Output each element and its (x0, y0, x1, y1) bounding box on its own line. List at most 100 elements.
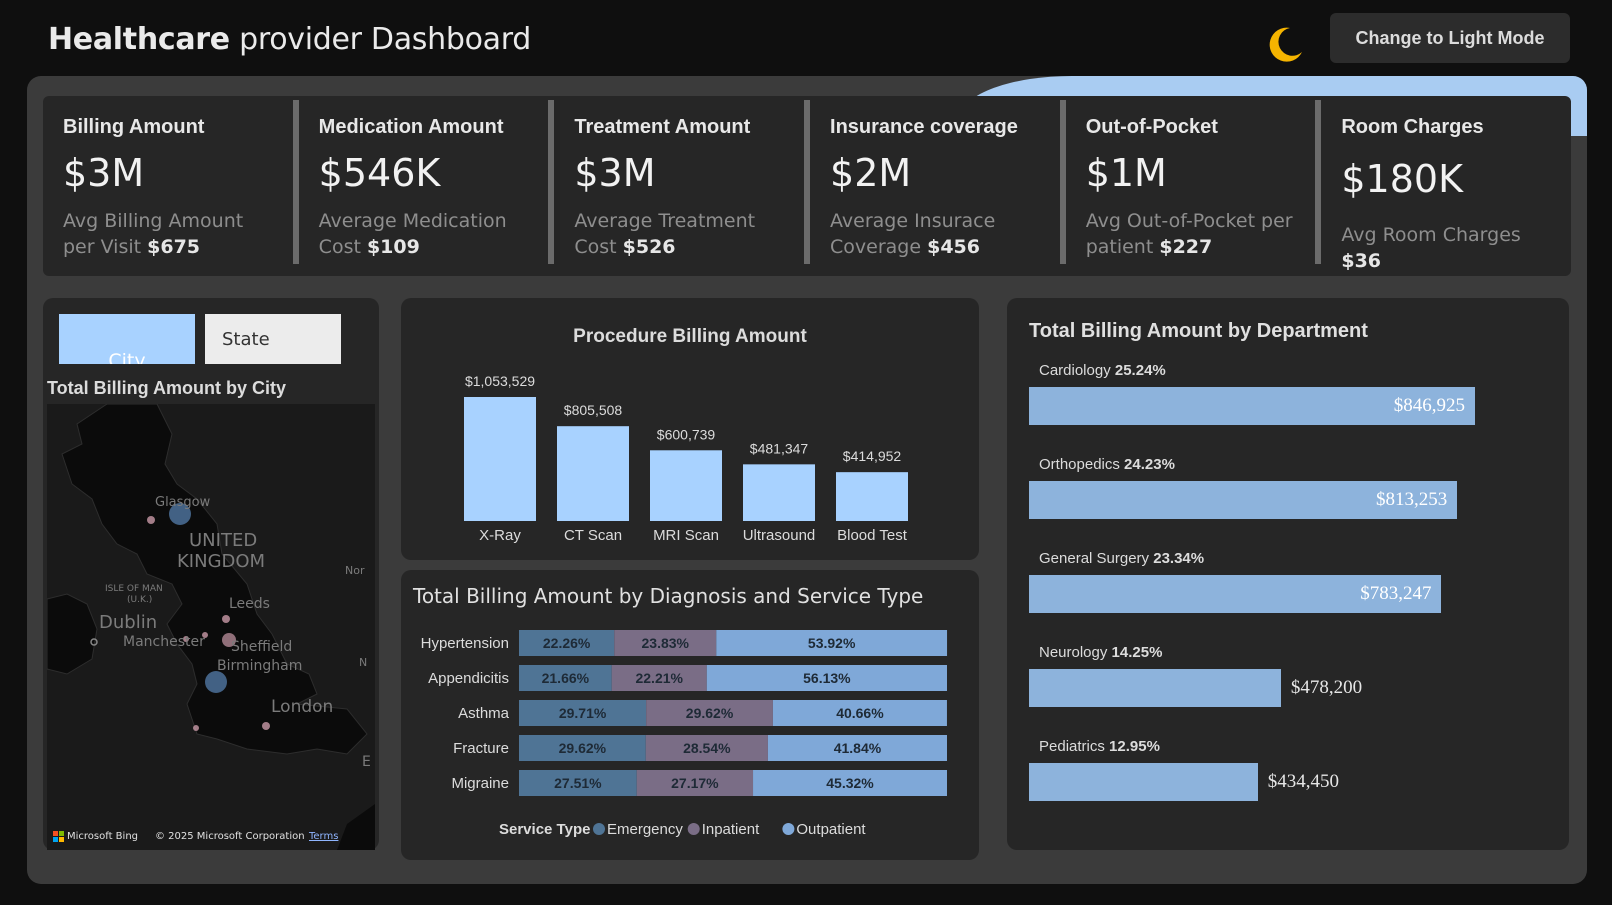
diagnosis-category-label: Asthma (458, 705, 510, 722)
map-landmass (47, 404, 375, 850)
map-bubble-london[interactable] (262, 722, 270, 730)
map-label-leeds: Leeds (229, 596, 270, 612)
map-label-isle-of-man: (U.K.) (127, 595, 153, 605)
map-label-n: N (359, 656, 368, 669)
procedure-category-label: MRI Scan (653, 527, 719, 544)
kpi-billing: Billing Amount $3M Avg Billing Amount pe… (43, 96, 293, 276)
diagnosis-segment-label: 28.54% (683, 740, 731, 756)
procedure-bar-value: $1,053,529 (465, 373, 535, 389)
procedure-bar-value: $414,952 (843, 448, 902, 464)
diagnosis-category-label: Migraine (451, 775, 509, 792)
bing-logo: Microsoft Bing (53, 831, 138, 842)
procedure-bar[interactable] (650, 450, 722, 521)
kpi-label: Treatment Amount (574, 116, 751, 138)
diagnosis-segment-label: 22.26% (543, 635, 591, 651)
map-label-uk: KINGDOM (177, 551, 266, 572)
kpi-treatment: Treatment Amount $3M Average Treatment C… (548, 100, 804, 264)
diagnosis-segment-label: 27.17% (671, 775, 719, 791)
map-label-e: E (362, 754, 371, 770)
procedure-bar-value: $481,347 (750, 440, 809, 456)
procedure-bar[interactable] (464, 397, 536, 521)
dashboard-body: Billing Amount $3M Avg Billing Amount pe… (27, 76, 1587, 884)
map-bubble[interactable] (193, 725, 199, 731)
diagnosis-service-panel: Total Billing Amount by Diagnosis and Se… (401, 570, 979, 860)
department-bar-value: $846,925 (1393, 395, 1465, 416)
diagnosis-segment-label: 29.62% (686, 705, 734, 721)
diagnosis-segment-label: 27.51% (554, 775, 602, 791)
diagnosis-category-label: Fracture (453, 740, 509, 757)
diagnosis-segment-label: 40.66% (836, 705, 884, 721)
map-label-north-sea: Nor (345, 564, 365, 577)
city-map-panel: City State Total Billing Amount by City … (43, 298, 379, 850)
kpi-value: $180K (1341, 157, 1463, 201)
procedure-bar[interactable] (836, 472, 908, 521)
page-title: Healthcare provider Dashboard (48, 22, 531, 57)
map-copyright: © 2025 Microsoft Corporation (155, 831, 305, 842)
diagnosis-segment-label: 29.62% (559, 740, 607, 756)
kpi-subtext: Average Medication Cost $109 (318, 210, 507, 258)
map-bubble[interactable] (147, 516, 155, 524)
map-label-birmingham: Birmingham (217, 658, 303, 674)
kpi-label: Insurance coverage (830, 116, 1018, 138)
kpi-strip: Billing Amount $3M Avg Billing Amount pe… (43, 96, 1571, 276)
legend-marker (593, 823, 605, 835)
kpi-label: Out-of-Pocket (1085, 116, 1218, 138)
kpi-value: $3M (574, 151, 656, 195)
department-row: Neurology 14.25% $478,200 (1029, 644, 1549, 707)
state-toggle-button[interactable]: State (205, 314, 341, 364)
department-label: Orthopedics 24.23% (1039, 456, 1175, 473)
department-label: General Surgery 23.34% (1039, 550, 1205, 567)
diagnosis-category-label: Hypertension (421, 635, 509, 652)
department-bar-value: $813,253 (1376, 489, 1448, 510)
procedure-category-label: Ultrasound (743, 527, 816, 544)
procedure-bar-chart: $1,053,529 X-Ray $805,508 CT Scan $600,739 MR… (464, 373, 908, 544)
procedure-category-label: X-Ray (479, 527, 521, 544)
kpi-label: Room Charges (1341, 116, 1484, 138)
legend-item-label[interactable]: Inpatient (702, 821, 760, 838)
diagnosis-segment-label: 21.66% (542, 670, 590, 686)
map-label-uk: UNITED (189, 530, 258, 551)
diagnosis-category-label: Appendicitis (428, 670, 509, 687)
procedure-category-label: CT Scan (564, 527, 622, 544)
map-label-london: London (271, 697, 334, 717)
procedure-bar[interactable] (743, 464, 815, 521)
light-mode-button[interactable]: Change to Light Mode (1330, 13, 1570, 63)
map-terms-link[interactable]: Terms (309, 831, 338, 842)
procedure-billing-panel: Procedure Billing Amount $1,053,529 X-Ray… (401, 298, 979, 560)
kpi-value: $1M (1085, 151, 1167, 195)
kpi-room-charges: Room Charges $180K Avg Room Charges $36 (1315, 100, 1571, 272)
department-row: Cardiology 25.24% $846,925 (1029, 362, 1549, 425)
kpi-out-of-pocket: Out-of-Pocket $1M Avg Out-of-Pocket per … (1059, 100, 1316, 264)
kpi-subtext: Avg Out-of-Pocket per patient $227 (1085, 210, 1293, 258)
kpi-medication: Medication Amount $546K Average Medicati… (292, 100, 549, 264)
legend-marker (687, 823, 700, 835)
legend-item-label[interactable]: Outpatient (796, 821, 866, 838)
kpi-label: Billing Amount (63, 116, 205, 138)
map-label-dublin: Dublin (99, 612, 158, 633)
city-toggle-button[interactable]: City (59, 314, 195, 364)
legend-item-label[interactable]: Emergency (607, 821, 683, 838)
moon-icon[interactable] (1262, 22, 1306, 66)
department-row: Pediatrics 12.95% $434,450 (1029, 738, 1549, 801)
kpi-value: $546K (318, 151, 441, 195)
map-label-isle-of-man: ISLE OF MAN (105, 584, 163, 594)
department-bar[interactable] (1029, 669, 1281, 707)
department-row: Orthopedics 24.23% $813,253 (1029, 456, 1549, 519)
department-bar[interactable] (1029, 763, 1258, 801)
procedure-bar-value: $600,739 (657, 426, 716, 442)
diagnosis-segment-label: 23.83% (642, 635, 690, 651)
procedure-category-label: Blood Test (837, 527, 908, 544)
map-bubble[interactable] (222, 615, 230, 623)
procedure-bar[interactable] (557, 426, 629, 521)
kpi-value: $3M (63, 151, 145, 195)
department-bar-value: $478,200 (1290, 677, 1363, 698)
kpi-subtext: Average Treatment Cost $526 (574, 210, 756, 258)
diagnosis-segment-label: 41.84% (834, 740, 882, 756)
uk-map[interactable]: Glasgow UNITED KINGDOM ISLE OF MAN (U.K.… (47, 404, 375, 850)
diagnosis-segment-label: 29.71% (559, 705, 607, 721)
map-bubble-birmingham[interactable] (205, 671, 227, 693)
diagnosis-segment-label: 53.92% (808, 635, 856, 651)
legend-marker (782, 823, 795, 835)
kpi-insurance: Insurance coverage $2M Average Insurace … (804, 100, 1060, 264)
department-chart-title: Total Billing Amount by Department (1029, 320, 1368, 342)
